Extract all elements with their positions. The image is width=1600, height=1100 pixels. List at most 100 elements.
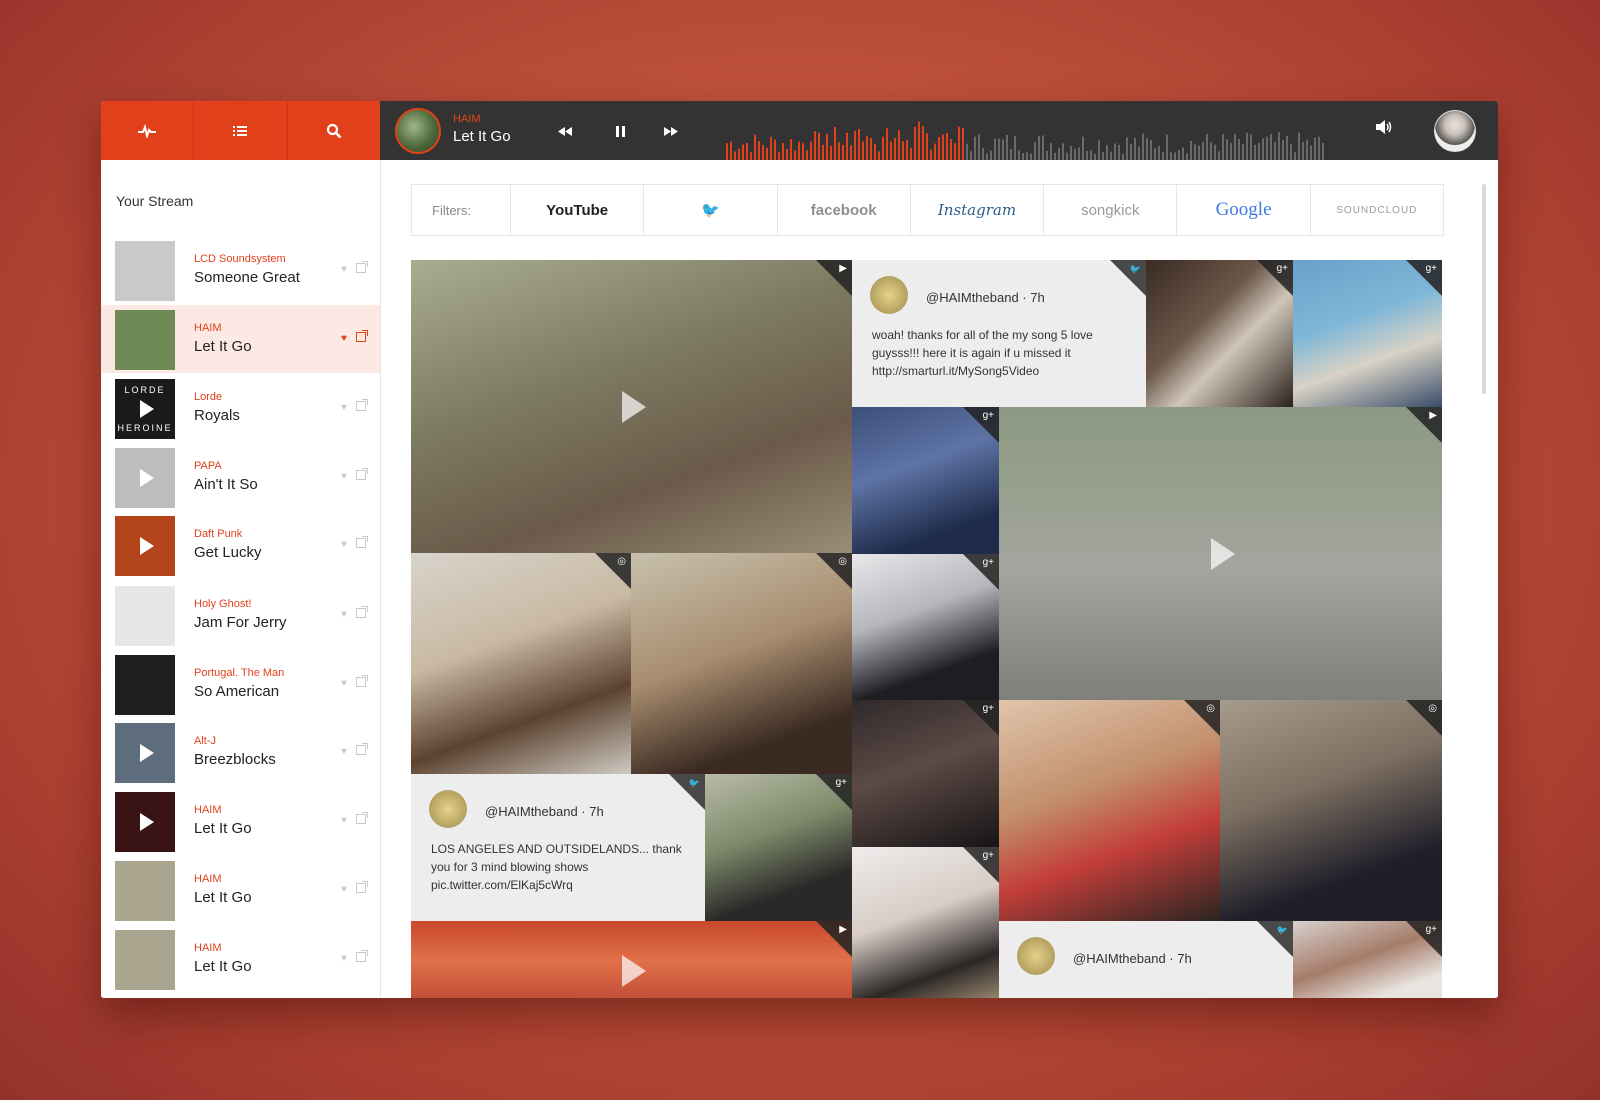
like-heart-icon[interactable]: ♥ xyxy=(341,471,347,482)
waveform-bar xyxy=(866,136,868,160)
track-thumbnail[interactable] xyxy=(115,861,175,921)
filter-soundcloud-button[interactable]: SOUNDCLOUD xyxy=(1311,185,1443,235)
waveform-bar xyxy=(962,127,964,160)
sidebar-track-item[interactable]: LORDE HEROINE Lorde Royals ♥ xyxy=(101,374,380,442)
waveform-seekbar[interactable] xyxy=(726,119,1326,160)
scrollbar[interactable] xyxy=(1482,184,1486,394)
waveform-bar xyxy=(814,131,816,160)
sidebar-track-item[interactable]: HAIM Let It Go ♥ xyxy=(101,787,380,855)
track-thumbnail[interactable] xyxy=(115,516,175,576)
filter-twitter-button[interactable]: 🐦 xyxy=(644,185,778,235)
video-tile[interactable]: ▶ xyxy=(411,921,852,998)
waveform-bar xyxy=(1270,133,1272,160)
like-heart-icon[interactable]: ♥ xyxy=(341,402,347,413)
waveform-bar xyxy=(1086,150,1088,160)
track-thumbnail[interactable] xyxy=(115,655,175,715)
share-external-icon[interactable] xyxy=(356,675,368,687)
share-external-icon[interactable] xyxy=(356,606,368,618)
pause-button[interactable] xyxy=(610,121,630,141)
waveform-bar xyxy=(1258,143,1260,160)
sidebar-track-item[interactable]: Holy Ghost! Jam For Jerry ♥ xyxy=(101,581,380,649)
photo-tile[interactable]: ◎ xyxy=(411,553,631,774)
photo-tile[interactable]: g+ xyxy=(852,847,999,998)
like-heart-icon[interactable]: ♥ xyxy=(341,609,347,620)
sidebar-track-item[interactable]: Daft Punk Get Lucky ♥ xyxy=(101,511,380,579)
share-external-icon[interactable] xyxy=(356,950,368,962)
share-external-icon[interactable] xyxy=(356,536,368,548)
like-heart-icon[interactable]: ♥ xyxy=(341,678,347,689)
photo-tile[interactable]: g+ xyxy=(852,700,999,847)
track-artist: Holy Ghost! xyxy=(194,598,252,610)
track-thumbnail[interactable] xyxy=(115,448,175,508)
waveform-bar xyxy=(1062,143,1064,160)
waveform-bar xyxy=(1186,153,1188,160)
waveform-bar xyxy=(1234,134,1236,160)
share-external-icon[interactable] xyxy=(356,261,368,273)
track-thumbnail[interactable] xyxy=(115,930,175,990)
tweet-avatar[interactable] xyxy=(1017,937,1055,975)
sidebar-track-item[interactable]: HAIM Let It Go ♥ xyxy=(101,925,380,993)
sidebar-track-item[interactable]: HAIM Let It Go ♥ xyxy=(101,305,380,373)
track-thumbnail[interactable] xyxy=(115,723,175,783)
track-thumbnail[interactable] xyxy=(115,792,175,852)
track-thumbnail[interactable] xyxy=(115,241,175,301)
user-avatar[interactable] xyxy=(1434,110,1476,152)
share-external-icon[interactable] xyxy=(356,468,368,480)
now-playing-cover[interactable] xyxy=(395,108,441,154)
volume-button[interactable] xyxy=(1376,120,1392,139)
like-heart-icon[interactable]: ♥ xyxy=(341,884,347,895)
stream-nav-button[interactable] xyxy=(101,101,195,167)
photo-tile[interactable]: g+ xyxy=(1293,921,1442,998)
like-heart-icon[interactable]: ♥ xyxy=(341,333,347,344)
tweet-tile[interactable]: @HAIMtheband · 7h woah! thanks for all of… xyxy=(852,260,1146,407)
video-tile[interactable]: ▶ xyxy=(999,407,1442,700)
pause-icon xyxy=(615,125,625,137)
photo-tile[interactable]: g+ xyxy=(1293,260,1442,407)
track-thumbnail[interactable] xyxy=(115,310,175,370)
sidebar-track-item[interactable]: LCD Soundsystem Someone Great ♥ xyxy=(101,236,380,304)
sidebar-track-item[interactable]: Portugal. The Man So American ♥ xyxy=(101,650,380,718)
filter-instagram-button[interactable]: Instagram xyxy=(911,185,1045,235)
filter-songkick-button[interactable]: songkick xyxy=(1044,185,1178,235)
waveform-bar xyxy=(1034,142,1036,160)
photo-tile[interactable]: ◎ xyxy=(1220,700,1442,921)
share-external-icon[interactable] xyxy=(356,330,368,342)
playlist-nav-button[interactable] xyxy=(194,101,288,160)
share-external-icon[interactable] xyxy=(356,399,368,411)
tweet-tile[interactable]: @HAIMtheband · 7h 🐦 xyxy=(999,921,1293,998)
video-play-icon[interactable] xyxy=(621,954,646,987)
like-heart-icon[interactable]: ♥ xyxy=(341,539,347,550)
sidebar-track-item[interactable]: PAPA Ain't It So ♥ xyxy=(101,443,380,511)
instagram-icon: ◎ xyxy=(617,556,626,567)
photo-tile[interactable]: ◎ xyxy=(999,700,1220,921)
waveform-bar xyxy=(1230,143,1232,160)
forward-button[interactable] xyxy=(661,121,681,141)
track-thumbnail[interactable]: LORDE HEROINE xyxy=(115,379,175,439)
like-heart-icon[interactable]: ♥ xyxy=(341,953,347,964)
filter-google-button[interactable]: Google xyxy=(1177,185,1311,235)
like-heart-icon[interactable]: ♥ xyxy=(341,746,347,757)
like-heart-icon[interactable]: ♥ xyxy=(341,264,347,275)
tweet-avatar[interactable] xyxy=(429,790,467,828)
video-play-icon[interactable] xyxy=(1210,537,1235,570)
photo-tile[interactable]: g+ xyxy=(705,774,852,921)
video-tile[interactable]: ▶ xyxy=(411,260,852,553)
like-heart-icon[interactable]: ♥ xyxy=(341,815,347,826)
photo-tile[interactable]: g+ xyxy=(1146,260,1293,407)
tweet-avatar[interactable] xyxy=(870,276,908,314)
rewind-button[interactable] xyxy=(555,121,575,141)
sidebar-track-item[interactable]: Alt-J Breezblocks ♥ xyxy=(101,718,380,786)
filter-facebook-button[interactable]: facebook xyxy=(778,185,911,235)
search-nav-button[interactable] xyxy=(288,101,380,160)
track-thumbnail[interactable] xyxy=(115,586,175,646)
share-external-icon[interactable] xyxy=(356,743,368,755)
photo-tile[interactable]: g+ xyxy=(852,554,999,700)
tweet-tile[interactable]: @HAIMtheband · 7h LOS ANGELES AND OUTSIDE… xyxy=(411,774,705,921)
photo-tile[interactable]: ◎ xyxy=(631,553,852,774)
share-external-icon[interactable] xyxy=(356,812,368,824)
sidebar-track-item[interactable]: HAIM Let It Go ♥ xyxy=(101,856,380,924)
video-play-icon[interactable] xyxy=(621,390,646,423)
share-external-icon[interactable] xyxy=(356,881,368,893)
photo-tile[interactable]: g+ xyxy=(852,407,999,554)
filter-youtube-button[interactable]: YouTube xyxy=(511,185,645,235)
